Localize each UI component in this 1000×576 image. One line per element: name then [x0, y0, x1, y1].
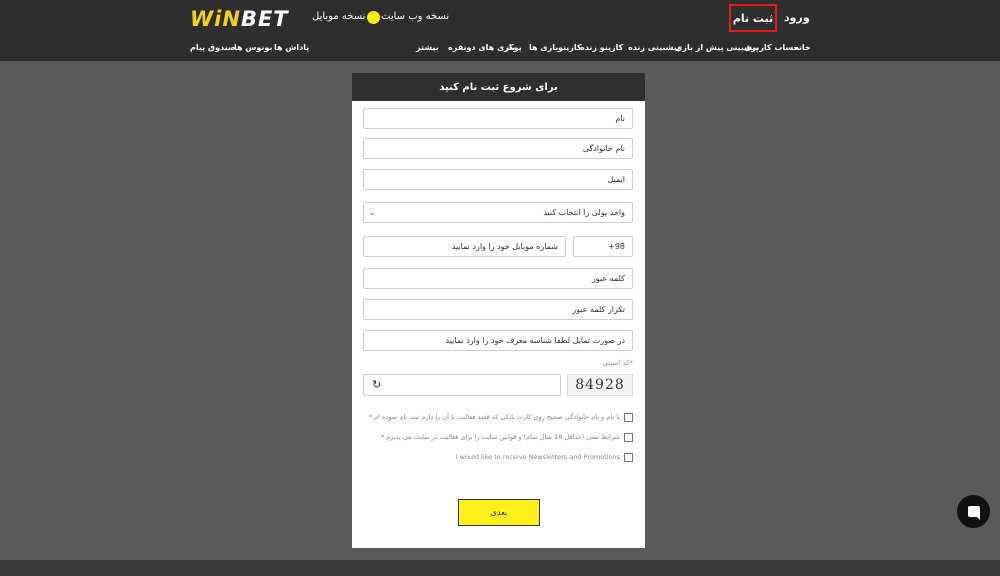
logo-bet: BET — [240, 7, 289, 31]
password-repeat-field[interactable]: تکرار کلمه عبور — [363, 299, 633, 320]
first-name-field[interactable]: نام — [363, 108, 633, 129]
login-button[interactable]: ورود — [784, 11, 810, 24]
password-field[interactable]: کلمه عبور — [363, 268, 633, 289]
checkbox-newsletter[interactable] — [624, 453, 633, 462]
currency-select[interactable]: واحد پولی را انتخاب کنید ⌄ — [363, 202, 633, 223]
captcha-label: *کد امنیتی — [602, 359, 633, 367]
form-title: برای شروع ثبت نام کنید — [352, 73, 645, 101]
email-field[interactable]: ایمیل — [363, 169, 633, 190]
checkbox-bank-card[interactable] — [624, 413, 633, 422]
nav-item-more[interactable]: بیشتر — [416, 43, 439, 52]
logo-win: WiN — [190, 7, 241, 31]
chat-button[interactable] — [957, 495, 990, 528]
nav-item-casino[interactable]: کازینو — [558, 43, 582, 52]
web-version-link[interactable]: نسخه وب سایت — [381, 11, 449, 22]
captcha-input[interactable]: ↻ — [363, 374, 561, 396]
nav-item-inbox[interactable]: صندوق پیام — [190, 43, 236, 52]
register-button[interactable]: ثبت نام — [729, 4, 777, 32]
nav-item-rewards[interactable]: پاداش ها — [274, 43, 309, 52]
checkbox-newsletter-label: I would like to receive Newsletters and … — [455, 453, 620, 461]
checkbox-age-terms-label: شرایط سنی (حداقل 18 سال تمام) و قوانین س… — [380, 433, 620, 441]
winbet-logo[interactable]: WiNBET — [190, 7, 289, 31]
nav-item-live-casino[interactable]: کازینو زنده — [580, 43, 623, 52]
nav-item-games[interactable]: بازی ها — [529, 43, 558, 52]
registration-form: برای شروع ثبت نام کنید نام نام خانوادگی … — [352, 73, 645, 548]
next-button[interactable]: بعدی — [458, 499, 540, 526]
footer-bar — [0, 560, 1000, 576]
referral-field[interactable]: در صورت تمایل لطفا شناسه معرف خود را وار… — [363, 330, 633, 351]
nav-item-duel-games[interactable]: بازی های دونفره — [448, 43, 515, 52]
nav-item-bonuses[interactable]: بونوس ها — [234, 43, 272, 52]
captcha-image: 84928 — [567, 374, 633, 396]
nav-item-live[interactable]: پیشبینی زنده — [628, 43, 680, 52]
version-toggle[interactable] — [367, 11, 380, 24]
chevron-down-icon: ⌄ — [369, 208, 376, 217]
checkbox-bank-card-label: با نام و نام خانوادگی صحیح روی کارت بانک… — [368, 413, 620, 421]
checkbox-age-terms[interactable] — [624, 433, 633, 442]
phone-field[interactable]: شماره موبایل خود را وارد نمایید — [363, 236, 566, 257]
last-name-field[interactable]: نام خانوادگی — [363, 138, 633, 159]
chat-icon — [967, 506, 980, 520]
phone-code-field[interactable]: 98+ — [573, 236, 633, 257]
mobile-version-link[interactable]: نسخه موبایل — [312, 11, 365, 22]
header-bar: WiNBET نسخه موبایل نسخه وب سایت ثبت نام … — [0, 0, 1000, 61]
nav-item-prematch[interactable]: پیشبینی پیش از بازی — [675, 43, 759, 52]
refresh-icon[interactable]: ↻ — [372, 378, 381, 391]
currency-select-label: واحد پولی را انتخاب کنید — [543, 208, 625, 217]
